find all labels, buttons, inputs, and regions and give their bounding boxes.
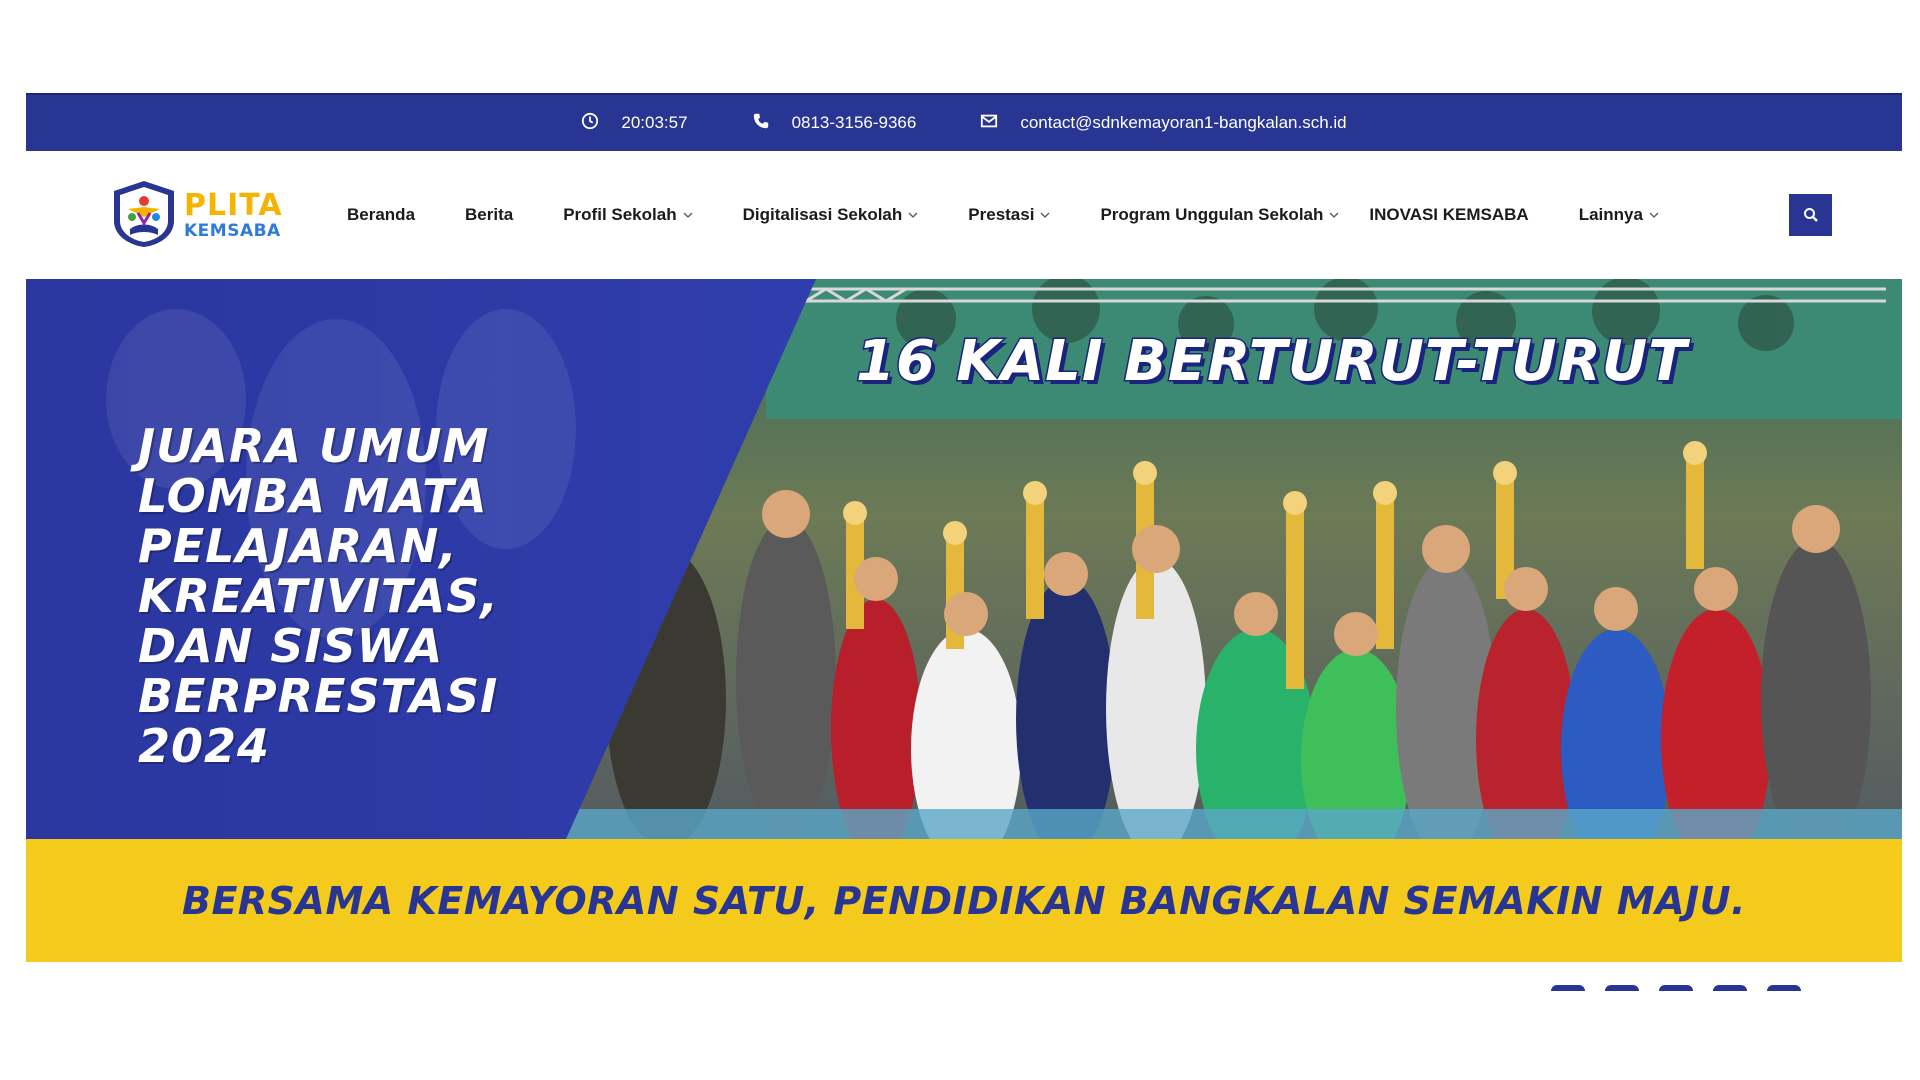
logo-text-secondary: KEMSABA <box>184 221 281 241</box>
slider-dot[interactable] <box>1605 985 1639 991</box>
nav-item-lainnya[interactable]: Lainnya <box>1579 205 1659 225</box>
nav-menu: Beranda Berita Profil Sekolah Digitalisa… <box>347 151 1709 279</box>
search-button[interactable] <box>1789 194 1832 236</box>
nav-label: Berita <box>465 205 514 224</box>
main-navigation: PLITA KEMSABA Beranda Berita Profil Seko… <box>26 151 1902 279</box>
email-address[interactable]: contact@sdnkemayoran1-bangkalan.sch.id <box>1020 113 1346 133</box>
chevron-down-icon <box>1329 212 1339 218</box>
envelope-icon <box>980 112 998 135</box>
headline-line: LOMBA MATA <box>138 469 488 523</box>
nav-item-inovasi-kemsaba[interactable]: INOVASI KEMSABA <box>1369 205 1528 225</box>
slider-dot[interactable] <box>1551 985 1585 991</box>
phone-icon <box>752 112 770 135</box>
nav-item-program-unggulan[interactable]: Program Unggulan Sekolah <box>1100 205 1339 225</box>
headline-line: KREATIVITAS, <box>138 569 499 623</box>
nav-label: Profil Sekolah <box>563 205 677 224</box>
logo-text: PLITA KEMSABA <box>184 191 283 240</box>
clock-icon <box>581 112 599 135</box>
headline-line: BERPRESTASI <box>138 669 499 723</box>
chevron-down-icon <box>1649 212 1659 218</box>
headline-line: JUARA UMUM <box>138 419 490 473</box>
chevron-down-icon <box>683 212 693 218</box>
nav-item-digitalisasi-sekolah[interactable]: Digitalisasi Sekolah <box>743 205 919 225</box>
logo-emblem-icon <box>108 177 180 254</box>
hero-tagline: BERSAMA KEMAYORAN SATU, PENDIDIKAN BANGK… <box>182 878 1746 923</box>
hero-banner[interactable]: 16 KALI BERTURUT-TURUT JUARA UMUM LOMBA … <box>26 279 1902 962</box>
nav-label: INOVASI KEMSABA <box>1369 205 1529 224</box>
slider-dot[interactable] <box>1713 985 1747 991</box>
hero-headline: JUARA UMUM LOMBA MATA PELAJARAN, KREATIV… <box>138 421 499 771</box>
current-time: 20:03:57 <box>621 113 688 132</box>
chevron-down-icon <box>908 212 918 218</box>
headline-line: DAN SISWA <box>138 619 444 673</box>
slider-dot[interactable] <box>1767 985 1801 991</box>
nav-item-profil-sekolah[interactable]: Profil Sekolah <box>563 205 693 225</box>
nav-label: Prestasi <box>968 205 1035 224</box>
slider-pagination <box>1551 985 1801 991</box>
phone-number[interactable]: 0813-3156-9366 <box>792 113 917 133</box>
top-info-bar: 20:03:57 0813-3156-9366 contact@sdnkemay… <box>26 93 1902 151</box>
nav-item-beranda[interactable]: Beranda <box>347 205 415 225</box>
email-item[interactable]: contact@sdnkemayoran1-bangkalan.sch.id <box>980 112 1347 135</box>
slider-dot[interactable] <box>1659 985 1693 991</box>
hero-badge-title: 16 KALI BERTURUT-TURUT <box>854 328 1688 396</box>
phone-item[interactable]: 0813-3156-9366 <box>752 112 917 135</box>
nav-label: Lainnya <box>1578 205 1643 224</box>
nav-label: Program Unggulan Sekolah <box>1100 205 1324 224</box>
page-frame: 20:03:57 0813-3156-9366 contact@sdnkemay… <box>26 93 1902 962</box>
time-item: 20:03:57 <box>581 112 688 135</box>
chevron-down-icon <box>1040 212 1050 218</box>
nav-label: Digitalisasi Sekolah <box>742 205 903 224</box>
nav-label: Beranda <box>347 205 416 224</box>
search-icon <box>1803 208 1818 222</box>
hero-tagline-band: BERSAMA KEMAYORAN SATU, PENDIDIKAN BANGK… <box>26 839 1902 962</box>
nav-item-prestasi[interactable]: Prestasi <box>968 205 1050 225</box>
headline-line: 2024 <box>138 719 271 773</box>
nav-item-berita[interactable]: Berita <box>465 205 513 225</box>
headline-line: PELAJARAN, <box>138 519 458 573</box>
logo-text-primary: PLITA <box>184 188 283 223</box>
site-logo[interactable]: PLITA KEMSABA <box>108 177 283 254</box>
